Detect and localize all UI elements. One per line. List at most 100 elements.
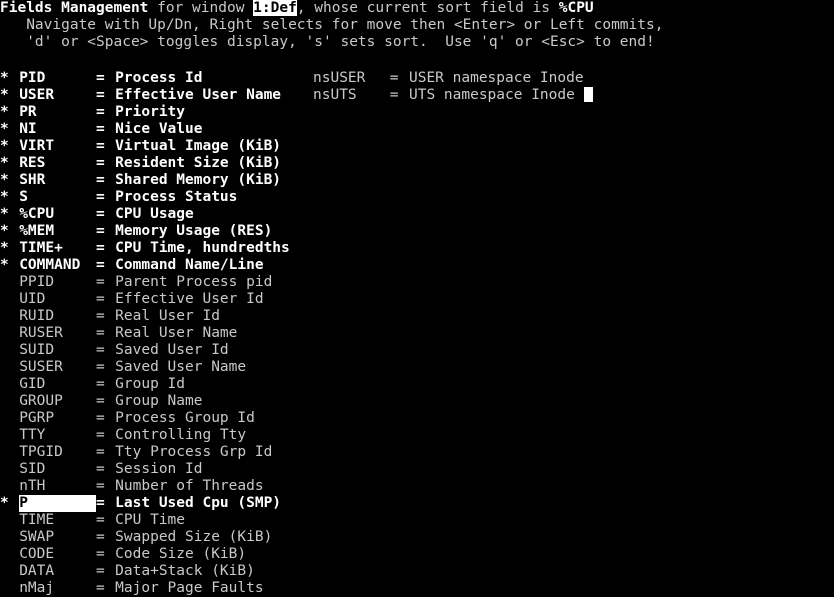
- field-disabled-blank-icon: [0, 461, 19, 478]
- field-name[interactable]: CODE: [19, 546, 96, 563]
- field-name[interactable]: COMMAND: [19, 257, 96, 274]
- field-row[interactable]: nsUTS = UTS namespace Inode: [313, 87, 834, 104]
- field-row[interactable]: DATA = Data+Stack (KiB): [0, 563, 834, 580]
- field-name[interactable]: nsUTS: [313, 87, 390, 104]
- field-name[interactable]: RUSER: [19, 325, 96, 342]
- field-description: Session Id: [115, 461, 203, 477]
- field-row[interactable]: SWAP = Swapped Size (KiB): [0, 529, 834, 546]
- field-name[interactable]: PGRP: [19, 410, 96, 427]
- field-name[interactable]: NI: [19, 121, 96, 138]
- field-name[interactable]: %CPU: [19, 206, 96, 223]
- field-equals-separator: =: [95, 291, 105, 307]
- field-equals-separator: =: [95, 376, 105, 392]
- field-name[interactable]: nsUSER: [313, 70, 390, 87]
- field-enabled-star-icon: *: [0, 172, 9, 188]
- field-row[interactable]: TTY = Controlling Tty: [0, 427, 834, 444]
- field-equals-separator: =: [95, 393, 105, 409]
- field-name[interactable]: SID: [19, 461, 96, 478]
- field-equals-separator: =: [95, 206, 105, 222]
- field-disabled-blank-icon: [0, 580, 19, 597]
- field-disabled-blank-icon: [0, 427, 19, 444]
- field-row[interactable]: PPID = Parent Process pid: [0, 274, 834, 291]
- field-enabled-star-icon: *: [0, 257, 9, 273]
- field-name[interactable]: GID: [19, 376, 96, 393]
- text-cursor: [583, 87, 594, 102]
- field-equals-separator: =: [95, 87, 105, 103]
- field-name[interactable]: SWAP: [19, 529, 96, 546]
- field-equals-separator: =: [95, 172, 105, 188]
- field-name[interactable]: S: [19, 189, 96, 206]
- field-row[interactable]: * %CPU = CPU Usage: [0, 206, 834, 223]
- field-description: Priority: [115, 104, 186, 120]
- field-name[interactable]: RUID: [19, 308, 96, 325]
- field-name[interactable]: PPID: [19, 274, 96, 291]
- field-row[interactable]: SID = Session Id: [0, 461, 834, 478]
- field-description: Swapped Size (KiB): [115, 529, 273, 545]
- field-name[interactable]: SUID: [19, 342, 96, 359]
- field-name[interactable]: USER: [19, 87, 96, 104]
- field-row[interactable]: * NI = Nice Value: [0, 121, 834, 138]
- field-row[interactable]: nMaj = Major Page Faults: [0, 580, 834, 597]
- field-description: Code Size (KiB): [115, 546, 247, 562]
- field-description: CPU Time, hundredths: [115, 240, 290, 256]
- field-row[interactable]: * RES = Resident Size (KiB): [0, 155, 834, 172]
- field-equals-separator: =: [95, 495, 105, 511]
- field-name[interactable]: PID: [19, 70, 96, 87]
- field-name[interactable]: TTY: [19, 427, 96, 444]
- field-row[interactable]: * %MEM = Memory Usage (RES): [0, 223, 834, 240]
- field-name[interactable]: RES: [19, 155, 96, 172]
- field-name[interactable]: GROUP: [19, 393, 96, 410]
- field-row[interactable]: SUSER = Saved User Name: [0, 359, 834, 376]
- field-row[interactable]: * SHR = Shared Memory (KiB): [0, 172, 834, 189]
- field-row[interactable]: RUID = Real User Id: [0, 308, 834, 325]
- field-row[interactable]: nTH = Number of Threads: [0, 478, 834, 495]
- field-name[interactable]: VIRT: [19, 138, 96, 155]
- field-row[interactable]: GROUP = Group Name: [0, 393, 834, 410]
- field-row[interactable]: TPGID = Tty Process Grp Id: [0, 444, 834, 461]
- field-row[interactable]: TIME = CPU Time: [0, 512, 834, 529]
- field-equals-separator: =: [95, 240, 105, 256]
- field-row[interactable]: * TIME+ = CPU Time, hundredths: [0, 240, 834, 257]
- field-name[interactable]: DATA: [19, 563, 96, 580]
- field-row[interactable]: RUSER = Real User Name: [0, 325, 834, 342]
- field-row[interactable]: * P = Last Used Cpu (SMP): [0, 495, 834, 512]
- field-row[interactable]: * PR = Priority: [0, 104, 834, 121]
- field-row[interactable]: CODE = Code Size (KiB): [0, 546, 834, 563]
- field-enabled-star-icon: *: [0, 70, 9, 86]
- fields-management-header: Fields Management for window 1:Def, whos…: [0, 0, 834, 51]
- field-name[interactable]: nMaj: [19, 580, 96, 597]
- field-name[interactable]: TIME+: [19, 240, 96, 257]
- field-description: Command Name/Line: [115, 257, 264, 273]
- field-equals-separator: =: [95, 257, 105, 273]
- field-description: Process Status: [115, 189, 238, 205]
- field-description: Memory Usage (RES): [115, 223, 273, 239]
- field-equals-separator: =: [95, 104, 105, 120]
- field-equals-separator: =: [95, 410, 105, 426]
- field-row[interactable]: * COMMAND = Command Name/Line: [0, 257, 834, 274]
- field-row[interactable]: SUID = Saved User Id: [0, 342, 834, 359]
- field-name[interactable]: PR: [19, 104, 96, 121]
- field-disabled-blank-icon: [0, 546, 19, 563]
- field-enabled-star-icon: *: [0, 223, 9, 239]
- field-list-left-column[interactable]: * PID = Process Id * USER = Effective User Name…: [0, 70, 834, 597]
- field-name[interactable]: SHR: [19, 172, 96, 189]
- field-name[interactable]: SUSER: [19, 359, 96, 376]
- field-name[interactable]: TPGID: [19, 444, 96, 461]
- field-row[interactable]: * S = Process Status: [0, 189, 834, 206]
- field-row[interactable]: GID = Group Id: [0, 376, 834, 393]
- field-row[interactable]: PGRP = Process Group Id: [0, 410, 834, 427]
- field-row[interactable]: nsUSER = USER namespace Inode: [313, 70, 834, 87]
- field-row[interactable]: * VIRT = Virtual Image (KiB): [0, 138, 834, 155]
- field-row[interactable]: UID = Effective User Id: [0, 291, 834, 308]
- field-name[interactable]: TIME: [19, 512, 96, 529]
- field-description: Real User Name: [115, 325, 238, 341]
- current-window-badge[interactable]: 1:Def: [253, 0, 297, 16]
- field-name[interactable]: UID: [19, 291, 96, 308]
- field-disabled-blank-icon: [0, 393, 19, 410]
- field-name[interactable]: P: [19, 495, 96, 512]
- field-description: Controlling Tty: [115, 427, 247, 443]
- field-name[interactable]: nTH: [19, 478, 96, 495]
- field-disabled-blank-icon: [0, 529, 19, 546]
- field-list-right-column[interactable]: nsUSER = USER namespace Inode nsUTS = UTS nam…: [313, 70, 834, 104]
- field-name[interactable]: %MEM: [19, 223, 96, 240]
